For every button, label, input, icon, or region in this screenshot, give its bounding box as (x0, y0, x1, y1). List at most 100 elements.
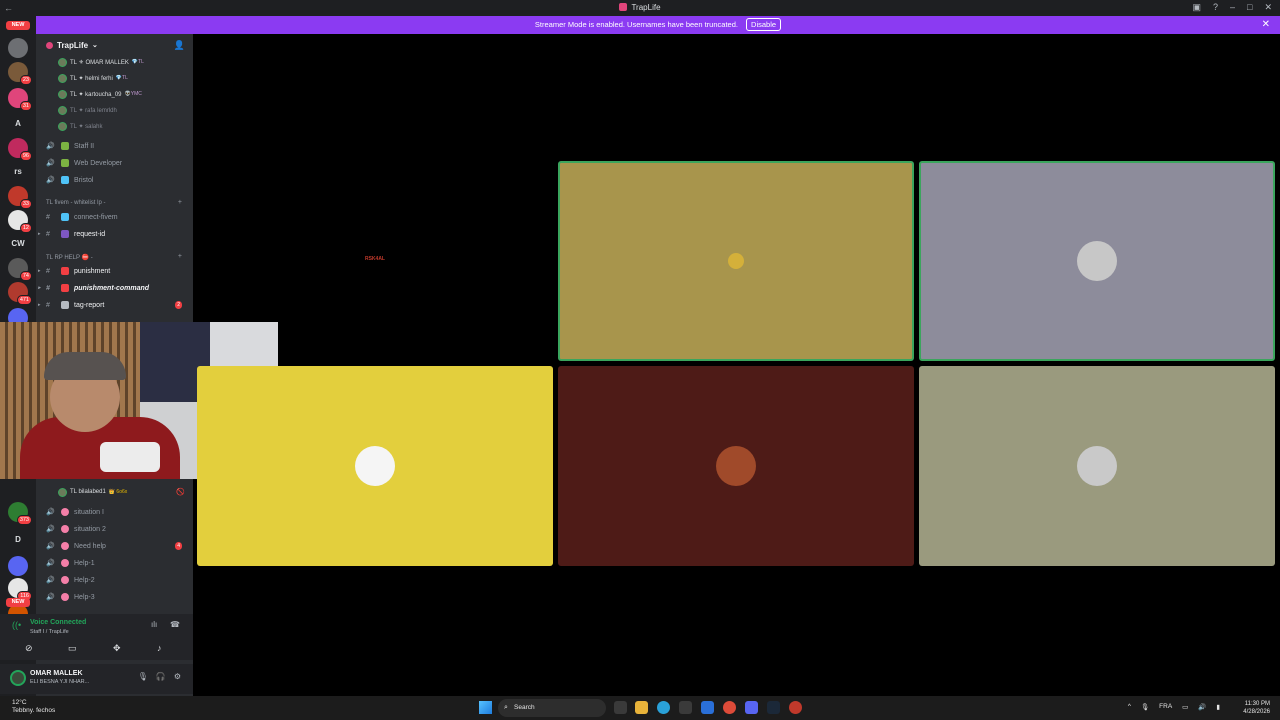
voice-channel-need-help[interactable]: 🔊 Need help 4 (46, 539, 186, 553)
edge-icon[interactable] (657, 701, 670, 714)
speaker-icon: 🔊 (46, 143, 55, 150)
custom-status: ELI BESNA YJI NHAR... (30, 679, 90, 685)
hashtag-icon: # (46, 284, 50, 292)
server-icon-1[interactable]: 23 (8, 62, 32, 85)
channel-emoji-icon (61, 213, 69, 221)
server-icon-7[interactable]: 12 (8, 210, 32, 233)
soundboard-icon[interactable]: ♪ (157, 643, 162, 653)
server-header[interactable]: TrapLife ⌄ 👤 (36, 38, 193, 56)
category-fivem[interactable]: TL fivem - whitelist lp - + (46, 199, 186, 206)
headphones-icon[interactable]: 🎧 (156, 672, 166, 681)
server-icon-12[interactable]: 373 (8, 502, 32, 525)
text-channel-request-id[interactable]: ▸ # request-id (38, 227, 186, 241)
chrome-icon[interactable] (723, 701, 736, 714)
store-icon[interactable] (679, 701, 692, 714)
voice-user[interactable]: TL ✦ salahk (58, 119, 102, 133)
app-icon[interactable] (789, 701, 802, 714)
avatar (58, 89, 67, 99)
server-icon-0[interactable] (8, 38, 28, 58)
screen-share-icon[interactable]: ▭ (68, 643, 77, 654)
video-tile[interactable] (919, 366, 1275, 566)
clock[interactable]: 11:30 PM 4/28/2026 (1243, 700, 1270, 716)
task-view-icon[interactable] (614, 701, 627, 714)
server-icon-2[interactable]: 31 (8, 88, 32, 111)
voice-user[interactable]: TL ✦ helmi ferhi 💎TL (58, 71, 128, 85)
server-label: A (15, 119, 21, 128)
voice-channel-situation-i[interactable]: 🔊 situation I (46, 505, 186, 519)
server-icon-15[interactable]: 116 (8, 578, 32, 601)
text-channel-tag-report[interactable]: ▸ # tag-report 2 (38, 298, 186, 312)
voice-channel-web-developer[interactable]: 🔊 Web Developer (46, 156, 186, 170)
video-tile[interactable] (558, 366, 914, 566)
avatar[interactable] (10, 670, 26, 686)
disable-streamer-mode-button[interactable]: Disable (746, 18, 782, 31)
server-icon-9[interactable]: 74 (8, 258, 32, 281)
camera-off-icon[interactable]: ⊘ (25, 643, 33, 654)
text-channel-punishment[interactable]: ▸ # punishment (38, 264, 186, 278)
voice-user[interactable]: TL ✦ kartoucha_09 👽YMC (58, 87, 142, 101)
battery-icon[interactable]: ▮ (1216, 703, 1220, 711)
mention-badge: 33 (19, 199, 32, 209)
voice-channel-bristol[interactable]: 🔊 Bristol (46, 173, 186, 187)
taskbar-search[interactable]: ⌕ Search (498, 699, 606, 717)
voice-user[interactable]: TL ⚜ OMAR MALLEK 💎TL (58, 55, 144, 69)
outlook-icon[interactable] (701, 701, 714, 714)
language-indicator[interactable]: FRA (1159, 703, 1172, 711)
disconnect-icon[interactable]: ☎ (170, 620, 180, 629)
voice-channel-situation-2[interactable]: 🔊 situation 2 (46, 522, 186, 536)
noise-suppression-icon[interactable]: ılı (151, 620, 157, 629)
server-icon-14[interactable] (8, 556, 28, 576)
category-rp-help[interactable]: TL RP HELP ⛔ - + (46, 253, 186, 261)
start-button[interactable] (479, 701, 492, 714)
server-icon-5[interactable]: rs (8, 162, 28, 182)
voice-location[interactable]: Staff I / TrapLife (30, 629, 69, 635)
add-channel-icon[interactable]: + (178, 199, 182, 206)
channel-label: punishment (74, 267, 111, 275)
add-channel-icon[interactable]: + (178, 253, 182, 260)
maximize-button[interactable]: □ (1247, 2, 1252, 13)
channel-label: Staff II (74, 142, 95, 150)
voice-channel-help-2[interactable]: 🔊 Help-2 (46, 573, 186, 587)
banner-text: Streamer Mode is enabled. Usernames have… (534, 20, 738, 29)
file-explorer-icon[interactable] (635, 701, 648, 714)
user-tag: 💎TL (115, 75, 128, 81)
voice-channel-help-3[interactable]: 🔊 Help-3 (46, 590, 186, 604)
voice-status[interactable]: Voice Connected (30, 619, 86, 626)
participant-avatar (1077, 241, 1117, 281)
chevron-down-icon: ⌄ (92, 42, 98, 49)
username[interactable]: OMAR MALLEK (30, 670, 83, 677)
video-tile[interactable] (197, 366, 553, 566)
text-channel-punishment-command[interactable]: ▸ # punishment-command (38, 281, 186, 295)
inbox-icon[interactable]: ▣ (1192, 2, 1201, 13)
add-member-icon[interactable]: 👤 (174, 40, 185, 51)
steam-icon[interactable] (767, 701, 780, 714)
server-icon-8[interactable]: CW (8, 234, 28, 254)
server-icon-10[interactable]: 471 (8, 282, 32, 305)
server-icon-3[interactable]: A (8, 114, 28, 134)
text-channel-connect-fivem[interactable]: # connect-fivem (46, 210, 186, 224)
server-icon-13[interactable]: D (8, 530, 28, 550)
weather-widget[interactable]: 12°C Tebbny. fechos (12, 699, 55, 715)
unread-count-badge: 4 (175, 542, 182, 550)
voice-user-bilalabed[interactable]: TL bilalabed1 👑 6o6x (58, 485, 127, 499)
volume-icon[interactable]: 🔊 (1198, 703, 1206, 711)
voice-user[interactable]: TL ✦ rafa lemrldh (58, 103, 117, 117)
close-window-button[interactable]: ✕ (1264, 2, 1272, 13)
help-icon[interactable]: ? (1213, 2, 1218, 13)
close-banner-icon[interactable]: ✕ (1262, 16, 1270, 34)
video-tile[interactable] (919, 161, 1275, 361)
minimize-button[interactable]: – (1230, 2, 1235, 13)
network-icon[interactable]: ▭ (1182, 703, 1188, 711)
settings-gear-icon[interactable]: ⚙ (174, 672, 181, 681)
video-tile[interactable] (558, 161, 914, 361)
server-icon-4[interactable]: 96 (8, 138, 32, 161)
voice-channel-help-1[interactable]: 🔊 Help-1 (46, 556, 186, 570)
activities-icon[interactable]: ✥ (113, 643, 121, 654)
discord-icon[interactable] (745, 701, 758, 714)
server-icon-6[interactable]: 33 (8, 186, 32, 209)
mic-tray-icon[interactable]: 🎙 (1141, 703, 1149, 711)
microphone-icon[interactable]: 🎙 (138, 672, 148, 681)
voice-channel-staff-ii[interactable]: 🔊 Staff II (46, 139, 186, 153)
channel-emoji-icon (61, 508, 69, 516)
tray-overflow-icon[interactable]: ^ (1128, 703, 1131, 711)
